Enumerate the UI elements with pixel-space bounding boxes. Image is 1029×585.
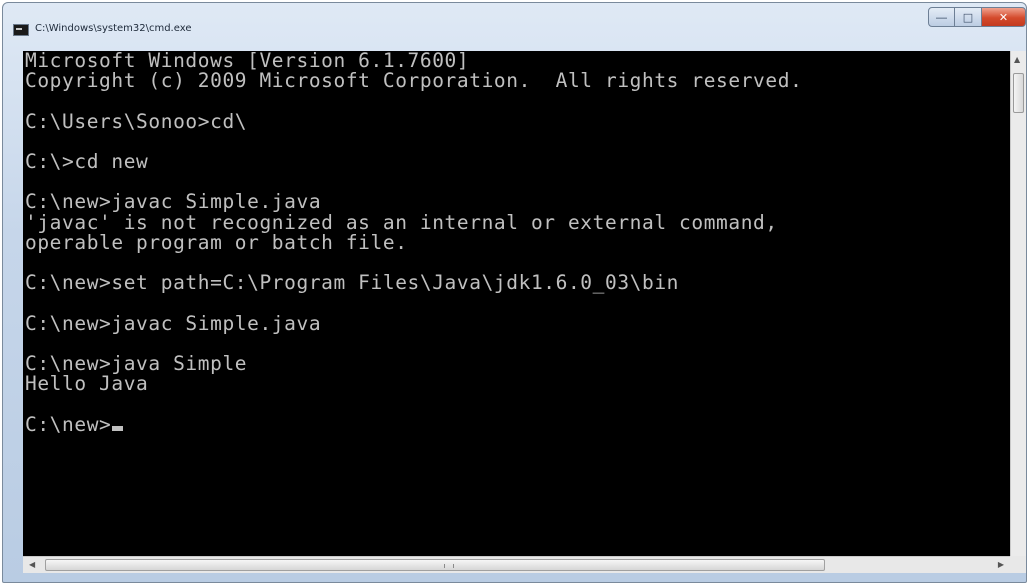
console-app-icon[interactable] bbox=[13, 24, 29, 36]
text-cursor bbox=[112, 425, 124, 431]
console-line: Copyright (c) 2009 Microsoft Corporation… bbox=[25, 69, 803, 93]
vertical-scrollbar[interactable]: ▲ bbox=[1010, 51, 1026, 556]
scroll-right-icon[interactable]: ▶ bbox=[998, 560, 1004, 569]
console-text: Microsoft Windows [Version 6.1.7600] Cop… bbox=[23, 51, 1010, 435]
scroll-grip-icon bbox=[444, 564, 454, 568]
maximize-icon: □ bbox=[962, 10, 974, 24]
close-button[interactable]: ✕ bbox=[982, 7, 1026, 27]
cmd-window: C:\Windows\system32\cmd.exe ― □ ✕ Micros… bbox=[2, 2, 1027, 583]
console-output[interactable]: Microsoft Windows [Version 6.1.7600] Cop… bbox=[23, 51, 1010, 556]
console-line: C:\>cd new bbox=[25, 150, 149, 174]
console-line: C:\new>set path=C:\Program Files\Java\jd… bbox=[25, 271, 680, 295]
horizontal-scrollbar[interactable]: ◀ ▶ bbox=[23, 556, 1010, 573]
console-line: operable program or batch file. bbox=[25, 230, 408, 254]
console-lines: Microsoft Windows [Version 6.1.7600] Cop… bbox=[25, 51, 802, 395]
close-icon: ✕ bbox=[998, 10, 1009, 24]
maximize-button[interactable]: □ bbox=[955, 7, 982, 27]
console-line: Hello Java bbox=[25, 372, 149, 396]
window-controls: ― □ ✕ bbox=[928, 7, 1026, 29]
current-prompt: C:\new> bbox=[25, 412, 112, 436]
scrollbar-corner bbox=[1010, 556, 1026, 573]
console-line: C:\Users\Sonoo>cd\ bbox=[25, 109, 248, 133]
scroll-left-icon[interactable]: ◀ bbox=[29, 560, 35, 569]
minimize-button[interactable]: ― bbox=[928, 7, 955, 27]
minimize-icon: ― bbox=[936, 10, 947, 24]
horizontal-scroll-thumb[interactable] bbox=[45, 559, 825, 571]
scroll-up-icon[interactable]: ▲ bbox=[1014, 55, 1020, 64]
console-line: C:\new>javac Simple.java bbox=[25, 311, 322, 335]
title-bar[interactable]: C:\Windows\system32\cmd.exe ― □ ✕ bbox=[3, 3, 1026, 51]
vertical-scroll-thumb[interactable] bbox=[1013, 73, 1024, 113]
window-title: C:\Windows\system32\cmd.exe bbox=[35, 23, 192, 34]
